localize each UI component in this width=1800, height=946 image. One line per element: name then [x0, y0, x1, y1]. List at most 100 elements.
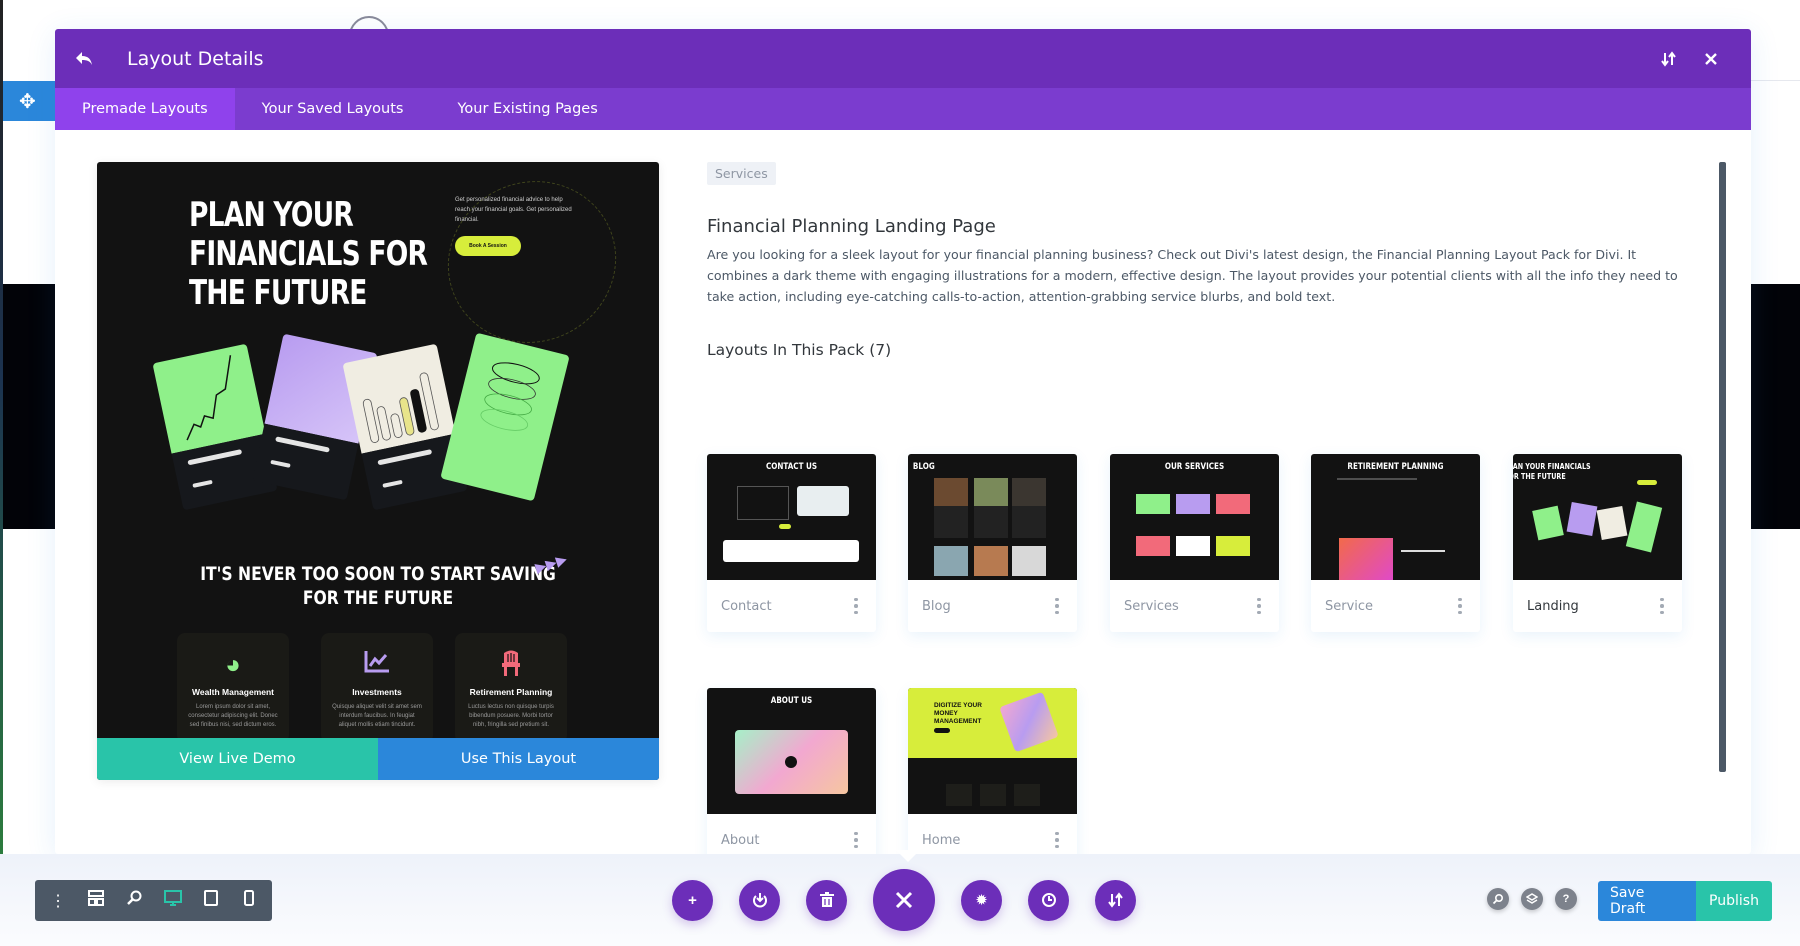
layout-card-contact[interactable]: CONTACT US Contact — [707, 454, 876, 632]
tab-existing-pages[interactable]: Your Existing Pages — [430, 88, 624, 130]
more-vertical-icon[interactable] — [1051, 831, 1063, 849]
layout-card-footer: Services — [1110, 580, 1279, 632]
page-section-dark-right — [1751, 284, 1800, 529]
preview-service-card: Investments Quisque aliquet velit sit am… — [321, 633, 433, 743]
layout-name: Services — [1124, 598, 1179, 614]
layout-name: About — [721, 832, 760, 848]
line-chart-icon — [321, 649, 433, 679]
use-this-layout-button[interactable]: Use This Layout — [378, 738, 659, 780]
save-draft-button[interactable]: Save Draft — [1598, 881, 1696, 921]
layout-thumbnail: DIGITIZE YOUR MONEY MANAGEMENT — [908, 688, 1077, 814]
phone-icon[interactable] — [233, 890, 265, 911]
illustration-card-bars — [342, 343, 468, 511]
layout-card-about[interactable]: ABOUT US About — [707, 688, 876, 866]
layout-preview: PLAN YOUR FINANCIALS FOR THE FUTURE Get … — [97, 162, 659, 780]
layout-card-home[interactable]: DIGITIZE YOUR MONEY MANAGEMENT Home — [908, 688, 1077, 866]
modal-title: Layout Details — [127, 47, 264, 70]
settings-icon[interactable]: ✹ — [961, 879, 1002, 921]
layout-details-modal: Layout Details Premade Layouts Your Save… — [55, 29, 1751, 866]
layers-icon[interactable] — [1521, 888, 1543, 910]
help-toolbar: ? — [1487, 888, 1589, 910]
layout-thumbnail: BLOG — [908, 454, 1077, 580]
zoom-icon[interactable] — [118, 890, 150, 911]
more-vertical-icon[interactable] — [850, 597, 862, 615]
thumbnail-title: DIGITIZE YOUR MONEY MANAGEMENT — [934, 702, 982, 725]
preview-hero-title: PLAN YOUR FINANCIALS FOR THE FUTURE — [189, 195, 428, 313]
pie-chart-icon: ◕ — [225, 649, 241, 679]
publish-button[interactable]: Publish — [1696, 881, 1772, 921]
preview-service-card: ◕ Wealth Management Lorem ipsum dolor si… — [177, 633, 289, 743]
modal-pointer-caret — [896, 850, 920, 862]
preview-service-card: Retirement Planning Luctus lectus non qu… — [455, 633, 567, 743]
service-name: Retirement Planning — [469, 687, 553, 697]
tab-saved-layouts[interactable]: Your Saved Layouts — [235, 88, 431, 130]
layout-name: Blog — [922, 598, 951, 614]
layout-thumbnail: RETIREMENT PLANNING — [1311, 454, 1480, 580]
tablet-icon[interactable] — [195, 890, 227, 911]
row-move-handle[interactable]: ✥ — [3, 81, 55, 121]
wireframe-icon[interactable] — [80, 890, 112, 911]
category-tag[interactable]: Services — [707, 162, 776, 185]
service-name: Investments — [352, 687, 402, 697]
thumbnail-title: PLAN YOUR FINANCIALS FOR THE FUTURE — [1513, 462, 1591, 481]
layout-card-service[interactable]: RETIREMENT PLANNING Service — [1311, 454, 1480, 632]
layout-card-landing[interactable]: PLAN YOUR FINANCIALS FOR THE FUTURE Land… — [1513, 454, 1682, 632]
view-live-demo-button[interactable]: View Live Demo — [97, 738, 378, 780]
layout-name: Landing — [1527, 598, 1579, 614]
layout-title: Financial Planning Landing Page — [707, 216, 996, 237]
page-settings-toolbar: + ✹ — [672, 868, 1162, 932]
more-vertical-icon[interactable] — [850, 831, 862, 849]
thumbnail-title: BLOG — [912, 462, 935, 472]
page-divider — [1751, 80, 1800, 81]
pack-title: Layouts In This Pack (7) — [707, 341, 892, 359]
thumbnail-title: RETIREMENT PLANNING — [1347, 462, 1444, 472]
layout-card-blog[interactable]: BLOG Blog — [908, 454, 1077, 632]
layout-card-footer: Contact — [707, 580, 876, 632]
illustration-card-chart — [152, 343, 278, 511]
details-scrollbar[interactable] — [1719, 162, 1726, 772]
help-icon[interactable]: ? — [1555, 888, 1577, 910]
layout-thumbnail: OUR SERVICES — [1110, 454, 1279, 580]
thumbnail-title: ABOUT US — [770, 696, 813, 706]
tab-premade-layouts[interactable]: Premade Layouts — [55, 88, 235, 130]
save-publish-group: Save Draft Publish — [1598, 881, 1772, 921]
more-vertical-icon[interactable] — [1253, 597, 1265, 615]
layout-card-services[interactable]: OUR SERVICES Services — [1110, 454, 1279, 632]
illustration-card-spiral — [440, 332, 570, 502]
layout-thumbnail: CONTACT US — [707, 454, 876, 580]
desktop-icon[interactable] — [157, 890, 189, 911]
portability-icon[interactable] — [739, 879, 780, 921]
layout-card-footer: Service — [1311, 580, 1480, 632]
trash-icon[interactable] — [806, 879, 847, 921]
more-vertical-icon[interactable] — [1051, 597, 1063, 615]
chair-icon — [455, 649, 567, 679]
service-text: Luctus lectus non quisque turpis bibendu… — [468, 704, 554, 728]
hero-title-line: FINANCIALS FOR — [189, 234, 428, 274]
layout-card-footer: Landing — [1513, 580, 1682, 632]
history-icon[interactable] — [1028, 879, 1069, 921]
service-text: Quisque aliquet velit sit amet sem inter… — [332, 704, 422, 728]
sort-icon[interactable] — [1095, 879, 1136, 921]
close-icon[interactable] — [873, 869, 935, 931]
modal-tabs: Premade Layouts Your Saved Layouts Your … — [55, 88, 1751, 130]
layout-thumbnail: PLAN YOUR FINANCIALS FOR THE FUTURE — [1513, 454, 1682, 580]
hero-title-line: PLAN YOUR — [189, 195, 354, 235]
layout-name: Home — [922, 832, 961, 848]
add-icon[interactable]: + — [672, 879, 713, 921]
preview-book-button: Book A Session — [455, 236, 521, 256]
more-vertical-icon[interactable] — [1656, 597, 1668, 615]
service-name: Wealth Management — [191, 687, 275, 697]
more-vertical-icon[interactable]: ⋮ — [42, 891, 74, 911]
preview-illustration — [152, 332, 587, 522]
close-icon[interactable] — [1691, 39, 1731, 79]
sort-arrows-icon[interactable] — [1649, 39, 1689, 79]
back-arrow-icon[interactable] — [75, 51, 105, 67]
more-vertical-icon[interactable] — [1454, 597, 1466, 615]
thumbnail-title: CONTACT US — [765, 462, 818, 472]
layout-name: Contact — [721, 598, 772, 614]
search-icon[interactable] — [1487, 888, 1509, 910]
thumbnail-title: OUR SERVICES — [1164, 462, 1225, 472]
layout-name: Service — [1325, 598, 1374, 614]
modal-header: Layout Details — [55, 29, 1751, 88]
layout-details: Services Financial Planning Landing Page… — [707, 162, 1747, 866]
